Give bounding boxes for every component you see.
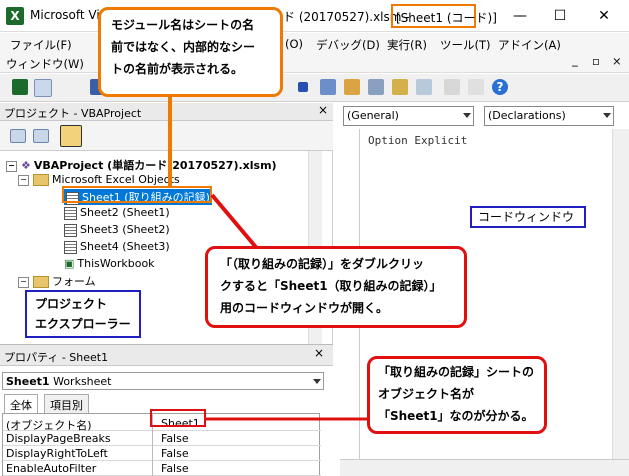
module-name-callout: モジュール名はシートの名 前ではなく、内部的なシー トの名前が表示される。 bbox=[98, 7, 283, 97]
double-click-callout: 「（取り組みの記録）」をダブルクリッ クすると「Sheet1（取り組みの記録）」… bbox=[205, 246, 467, 328]
object-name-callout: 「取り組みの記録」シートの オブジェクト名が 「Sheet1」なのが分かる。 bbox=[367, 356, 547, 434]
code-window-label: コードウィンドウ bbox=[470, 206, 586, 228]
project-explorer-label: プロジェクト エクスプローラー bbox=[25, 290, 141, 338]
red-connector bbox=[210, 193, 262, 254]
